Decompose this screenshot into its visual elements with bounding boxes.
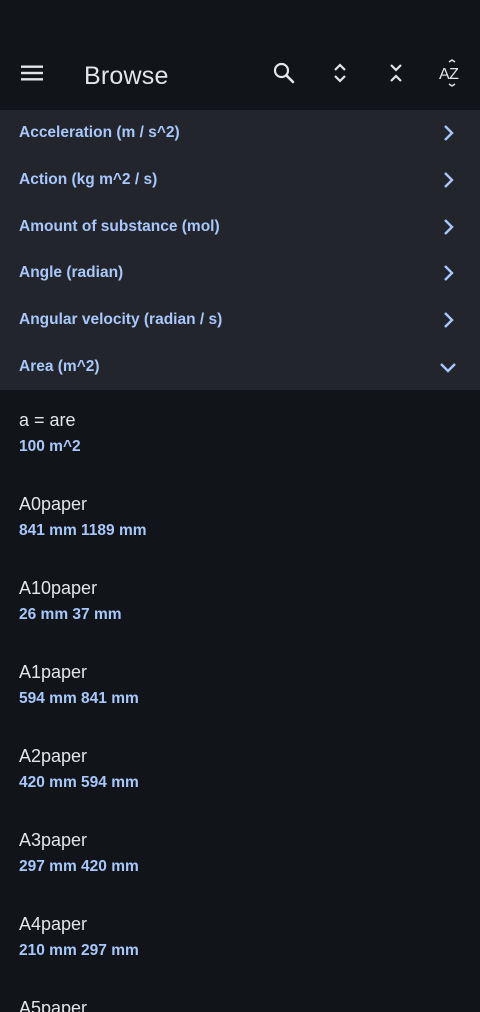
list-item[interactable]: A3paper 297 mm 420 mm xyxy=(0,810,480,894)
sort-button[interactable]: AZ xyxy=(430,53,474,97)
category-label: Action (kg m^2 / s) xyxy=(19,171,158,189)
unit-name: A3paper xyxy=(19,830,88,851)
category-label: Area (m^2) xyxy=(19,357,100,375)
chevron-right-icon xyxy=(436,121,460,145)
list-item[interactable]: A4paper 210 mm 297 mm xyxy=(0,894,480,978)
unit-value: 100 m^2 xyxy=(19,438,81,456)
unfold-more-icon xyxy=(328,61,352,90)
category-item[interactable]: Action (kg m^2 / s) xyxy=(0,156,480,204)
menu-icon xyxy=(20,61,44,90)
list-item[interactable]: A10paper 26 mm 37 mm xyxy=(0,558,480,642)
unit-value: 210 mm 297 mm xyxy=(19,942,139,960)
category-item[interactable]: Angular velocity (radian / s) xyxy=(0,296,480,344)
unit-list: a = are 100 m^2 A0paper 841 mm 1189 mm A… xyxy=(0,390,480,1012)
category-item[interactable]: Amount of substance (mol) xyxy=(0,203,480,251)
category-item[interactable]: Angle (radian) xyxy=(0,250,480,297)
unit-value: 594 mm 841 mm xyxy=(19,690,139,708)
list-item[interactable]: A5paper xyxy=(0,978,480,1012)
unit-name: A4paper xyxy=(19,914,88,935)
chevron-down-icon xyxy=(436,355,460,379)
category-label: Acceleration (m / s^2) xyxy=(19,124,180,142)
chevron-right-icon xyxy=(436,168,460,192)
list-item[interactable]: a = are 100 m^2 xyxy=(0,390,480,474)
collapse-all-button[interactable] xyxy=(374,53,418,97)
chevron-right-icon xyxy=(436,308,460,332)
status-bar xyxy=(0,0,480,44)
unit-name: a = are xyxy=(19,410,76,431)
unit-value: 297 mm 420 mm xyxy=(19,858,139,876)
unfold-less-icon xyxy=(384,61,408,90)
list-item[interactable]: A2paper 420 mm 594 mm xyxy=(0,726,480,810)
app-bar: Browse AZ xyxy=(0,44,480,110)
sort-label: AZ xyxy=(439,66,459,83)
unit-name: A2paper xyxy=(19,746,88,767)
browse-screen: Browse AZ Acceleration (m / s^2) Action … xyxy=(0,0,480,1012)
category-item-expanded[interactable]: Area (m^2) xyxy=(0,343,480,391)
list-item[interactable]: A1paper 594 mm 841 mm xyxy=(0,642,480,726)
unit-name: A5paper xyxy=(19,998,88,1012)
category-label: Angular velocity (radian / s) xyxy=(19,311,223,329)
unit-value: 841 mm 1189 mm xyxy=(19,522,147,540)
search-button[interactable] xyxy=(262,53,306,97)
page-title: Browse xyxy=(84,62,169,90)
unit-value: 420 mm 594 mm xyxy=(19,774,139,792)
unit-value: 26 mm 37 mm xyxy=(19,606,122,624)
menu-button[interactable] xyxy=(10,53,54,97)
sort-by-alpha-icon: AZ xyxy=(438,58,466,92)
expand-all-button[interactable] xyxy=(318,53,362,97)
unit-name: A0paper xyxy=(19,494,88,515)
category-label: Angle (radian) xyxy=(19,264,124,282)
category-label: Amount of substance (mol) xyxy=(19,217,220,235)
unit-name: A10paper xyxy=(19,578,98,599)
search-icon xyxy=(272,61,296,90)
chevron-right-icon xyxy=(436,261,460,285)
list-item[interactable]: A0paper 841 mm 1189 mm xyxy=(0,474,480,558)
chevron-right-icon xyxy=(436,215,460,239)
category-item[interactable]: Acceleration (m / s^2) xyxy=(0,110,480,157)
category-list: Acceleration (m / s^2) Action (kg m^2 / … xyxy=(0,110,480,391)
unit-name: A1paper xyxy=(19,662,88,683)
